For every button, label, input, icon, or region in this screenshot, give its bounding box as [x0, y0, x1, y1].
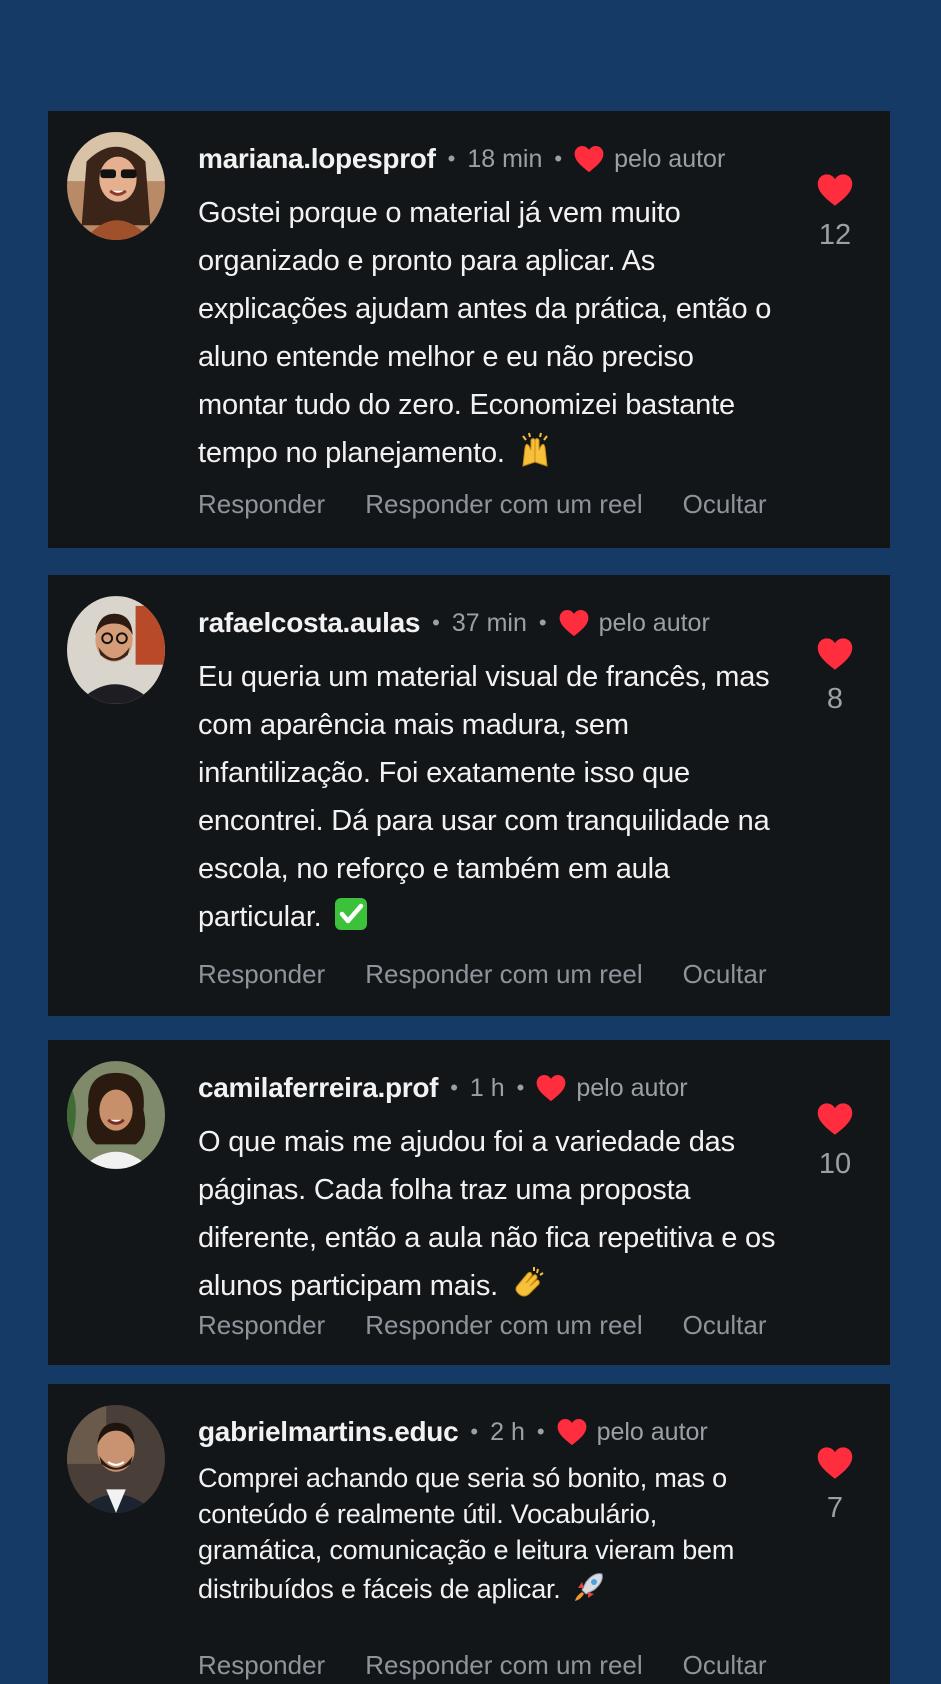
comment-card: mariana.lopesprof • 18 min • pelo autor …: [48, 111, 890, 548]
separator-dot: •: [538, 610, 547, 635]
comment-header: rafaelcosta.aulas • 37 min • pelo autor: [198, 603, 710, 643]
comment-header: gabrielmartins.educ • 2 h • pelo autor: [198, 1412, 708, 1452]
comment-text: O que mais me ajudou foi a variedade das…: [198, 1126, 776, 1302]
comment-actions: Responder Responder com um reel Ocultar: [198, 1650, 806, 1681]
comment-card: gabrielmartins.educ • 2 h • pelo autor C…: [48, 1384, 890, 1684]
timestamp: 18 min: [467, 144, 543, 173]
comment-body: O que mais me ajudou foi a variedade das…: [198, 1118, 778, 1310]
username[interactable]: camilaferreira.prof: [198, 1072, 439, 1104]
rocket-emoji: [572, 1568, 608, 1604]
reply-button[interactable]: Responder: [198, 489, 325, 520]
like-column: 12: [810, 173, 860, 252]
liked-by-author-label: pelo autor: [614, 144, 726, 173]
avatar[interactable]: [67, 596, 165, 704]
like-heart-icon[interactable]: [817, 173, 853, 207]
avatar[interactable]: [67, 1061, 165, 1169]
like-heart-icon[interactable]: [817, 1102, 853, 1136]
like-heart-icon[interactable]: [817, 637, 853, 671]
comment-actions: Responder Responder com um reel Ocultar: [198, 1310, 806, 1341]
separator-dot: •: [536, 1419, 545, 1444]
separator-dot: •: [470, 1419, 479, 1444]
liked-by-author-label: pelo autor: [576, 1073, 688, 1102]
username[interactable]: gabrielmartins.educ: [198, 1416, 459, 1448]
heart-icon: [559, 609, 589, 637]
reply-button[interactable]: Responder: [198, 1650, 325, 1681]
comment-body: Gostei porque o material já vem muito or…: [198, 189, 778, 477]
hide-button[interactable]: Ocultar: [683, 959, 767, 990]
like-count: 7: [826, 1492, 844, 1524]
timestamp: 37 min: [451, 608, 527, 637]
hide-button[interactable]: Ocultar: [683, 489, 767, 520]
separator-dot: •: [432, 610, 440, 635]
hide-button[interactable]: Ocultar: [683, 1310, 767, 1341]
comment-card: rafaelcosta.aulas • 37 min • pelo autor …: [48, 575, 890, 1016]
liked-by-author-label: pelo autor: [596, 1417, 708, 1446]
avatar[interactable]: [67, 132, 165, 240]
reply-with-reel-button[interactable]: Responder com um reel: [365, 959, 642, 990]
liked-by-author-label: pelo autor: [598, 608, 710, 637]
comment-header: camilaferreira.prof • 1 h • pelo autor: [198, 1068, 688, 1108]
comment-text: Eu queria um material visual de francês,…: [198, 661, 770, 933]
comment-actions: Responder Responder com um reel Ocultar: [198, 959, 806, 990]
raising-hands-emoji: [517, 432, 553, 468]
hide-button[interactable]: Ocultar: [683, 1650, 767, 1681]
separator-dot: •: [450, 1075, 458, 1100]
reply-with-reel-button[interactable]: Responder com um reel: [365, 1650, 642, 1681]
separator-dot: •: [554, 146, 563, 171]
clapping-hands-emoji: [510, 1265, 546, 1301]
reply-button[interactable]: Responder: [198, 1310, 325, 1341]
heart-icon: [536, 1074, 566, 1102]
like-count: 8: [826, 683, 844, 715]
reply-button[interactable]: Responder: [198, 959, 325, 990]
separator-dot: •: [516, 1075, 525, 1100]
heart-icon: [557, 1418, 587, 1446]
heart-icon: [574, 145, 604, 173]
like-column: 7: [810, 1446, 860, 1525]
like-heart-icon[interactable]: [817, 1446, 853, 1480]
check-mark-emoji: [333, 896, 369, 932]
username[interactable]: rafaelcosta.aulas: [198, 607, 420, 639]
like-column: 10: [810, 1102, 860, 1181]
comment-body: Eu queria um material visual de francês,…: [198, 653, 778, 941]
separator-dot: •: [447, 146, 456, 171]
comment-text: Comprei achando que seria só bonito, mas…: [198, 1463, 735, 1604]
comment-header: mariana.lopesprof • 18 min • pelo autor: [198, 139, 725, 179]
like-count: 10: [818, 1148, 852, 1180]
comments-feed: mariana.lopesprof • 18 min • pelo autor …: [0, 0, 941, 1684]
comment-actions: Responder Responder com um reel Ocultar: [198, 489, 806, 520]
comment-card: camilaferreira.prof • 1 h • pelo autor O…: [48, 1040, 890, 1365]
comment-body: Comprei achando que seria só bonito, mas…: [198, 1460, 758, 1607]
avatar[interactable]: [67, 1405, 165, 1513]
like-count: 12: [818, 219, 852, 251]
timestamp: 2 h: [490, 1417, 525, 1446]
reply-with-reel-button[interactable]: Responder com um reel: [365, 489, 642, 520]
comment-text: Gostei porque o material já vem muito or…: [198, 197, 772, 469]
reply-with-reel-button[interactable]: Responder com um reel: [365, 1310, 642, 1341]
username[interactable]: mariana.lopesprof: [198, 143, 436, 175]
like-column: 8: [810, 637, 860, 716]
timestamp: 1 h: [469, 1073, 505, 1102]
